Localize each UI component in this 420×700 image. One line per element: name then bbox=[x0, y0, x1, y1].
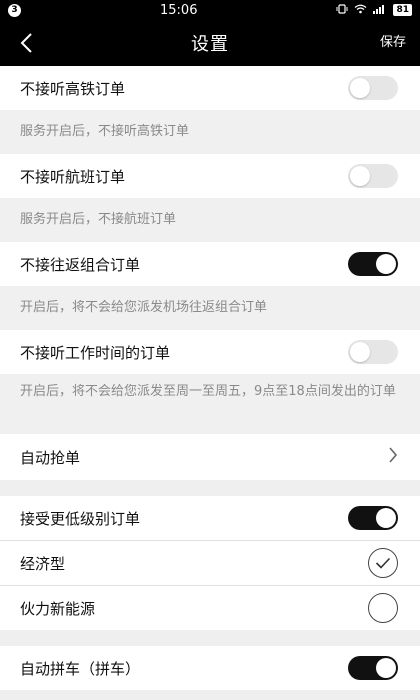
status-bar: 3 15:06 81 bbox=[0, 0, 420, 20]
setting-label: 经济型 bbox=[20, 554, 66, 573]
toggle-knob bbox=[350, 166, 370, 186]
setting-row-carpool: 自动拼车（拼车） bbox=[0, 646, 420, 690]
status-left: 3 bbox=[8, 3, 21, 17]
setting-row-huoli[interactable]: 伙力新能源 bbox=[0, 586, 420, 630]
signal-icon bbox=[373, 4, 387, 17]
setting-label: 自动拼车（拼车） bbox=[20, 659, 141, 678]
setting-label: 不接往返组合订单 bbox=[20, 255, 141, 274]
setting-label: 伙力新能源 bbox=[20, 599, 96, 618]
notification-count-badge: 3 bbox=[8, 3, 21, 17]
setting-label: 不接听工作时间的订单 bbox=[20, 343, 171, 362]
lower-level-toggle[interactable] bbox=[348, 506, 398, 530]
setting-row-economy[interactable]: 经济型 bbox=[0, 541, 420, 585]
battery-icon: 81 bbox=[393, 4, 412, 16]
section-gap bbox=[0, 630, 420, 646]
vibrate-icon bbox=[336, 3, 348, 17]
carpool-toggle[interactable] bbox=[348, 656, 398, 680]
flight-toggle[interactable] bbox=[348, 164, 398, 188]
setting-label: 自动抢单 bbox=[20, 448, 81, 467]
high-speed-rail-toggle[interactable] bbox=[348, 76, 398, 100]
status-time: 15:06 bbox=[160, 2, 198, 18]
setting-row-auto-grab[interactable]: 自动抢单 bbox=[0, 434, 420, 480]
section-gap bbox=[0, 480, 420, 496]
setting-description: 服务开启后，不接航班订单 bbox=[0, 198, 420, 242]
chevron-right-icon bbox=[388, 446, 398, 468]
save-button[interactable]: 保存 bbox=[380, 20, 406, 66]
setting-row-flight: 不接听航班订单 bbox=[0, 154, 420, 198]
round-trip-toggle[interactable] bbox=[348, 252, 398, 276]
work-hours-toggle[interactable] bbox=[348, 340, 398, 364]
wifi-icon bbox=[354, 4, 367, 17]
setting-row-lower-level: 接受更低级别订单 bbox=[0, 496, 420, 540]
economy-check-icon[interactable] bbox=[368, 548, 398, 578]
nav-bar: 设置 保存 bbox=[0, 20, 420, 66]
toggle-knob bbox=[350, 78, 370, 98]
toggle-knob bbox=[376, 658, 396, 678]
huoli-radio-icon[interactable] bbox=[368, 593, 398, 623]
chevron-left-icon[interactable] bbox=[14, 20, 38, 66]
setting-description: 开启后，将不会给您派发机场往返组合订单 bbox=[0, 286, 420, 330]
setting-description: 服务开启后，不接听高铁订单 bbox=[0, 110, 420, 154]
setting-description: 开启后，将不会给您派发至周一至周五，9点至18点间发出的订单 bbox=[0, 374, 420, 434]
setting-label: 不接听航班订单 bbox=[20, 167, 126, 186]
toggle-knob bbox=[376, 508, 396, 528]
toggle-knob bbox=[376, 254, 396, 274]
setting-label: 接受更低级别订单 bbox=[20, 509, 141, 528]
page-title: 设置 bbox=[191, 34, 229, 55]
setting-row-round-trip: 不接往返组合订单 bbox=[0, 242, 420, 286]
toggle-knob bbox=[350, 342, 370, 362]
setting-row-high-speed-rail: 不接听高铁订单 bbox=[0, 66, 420, 110]
setting-label: 不接听高铁订单 bbox=[20, 79, 126, 98]
setting-row-work-hours: 不接听工作时间的订单 bbox=[0, 330, 420, 374]
status-right: 81 bbox=[336, 3, 412, 17]
